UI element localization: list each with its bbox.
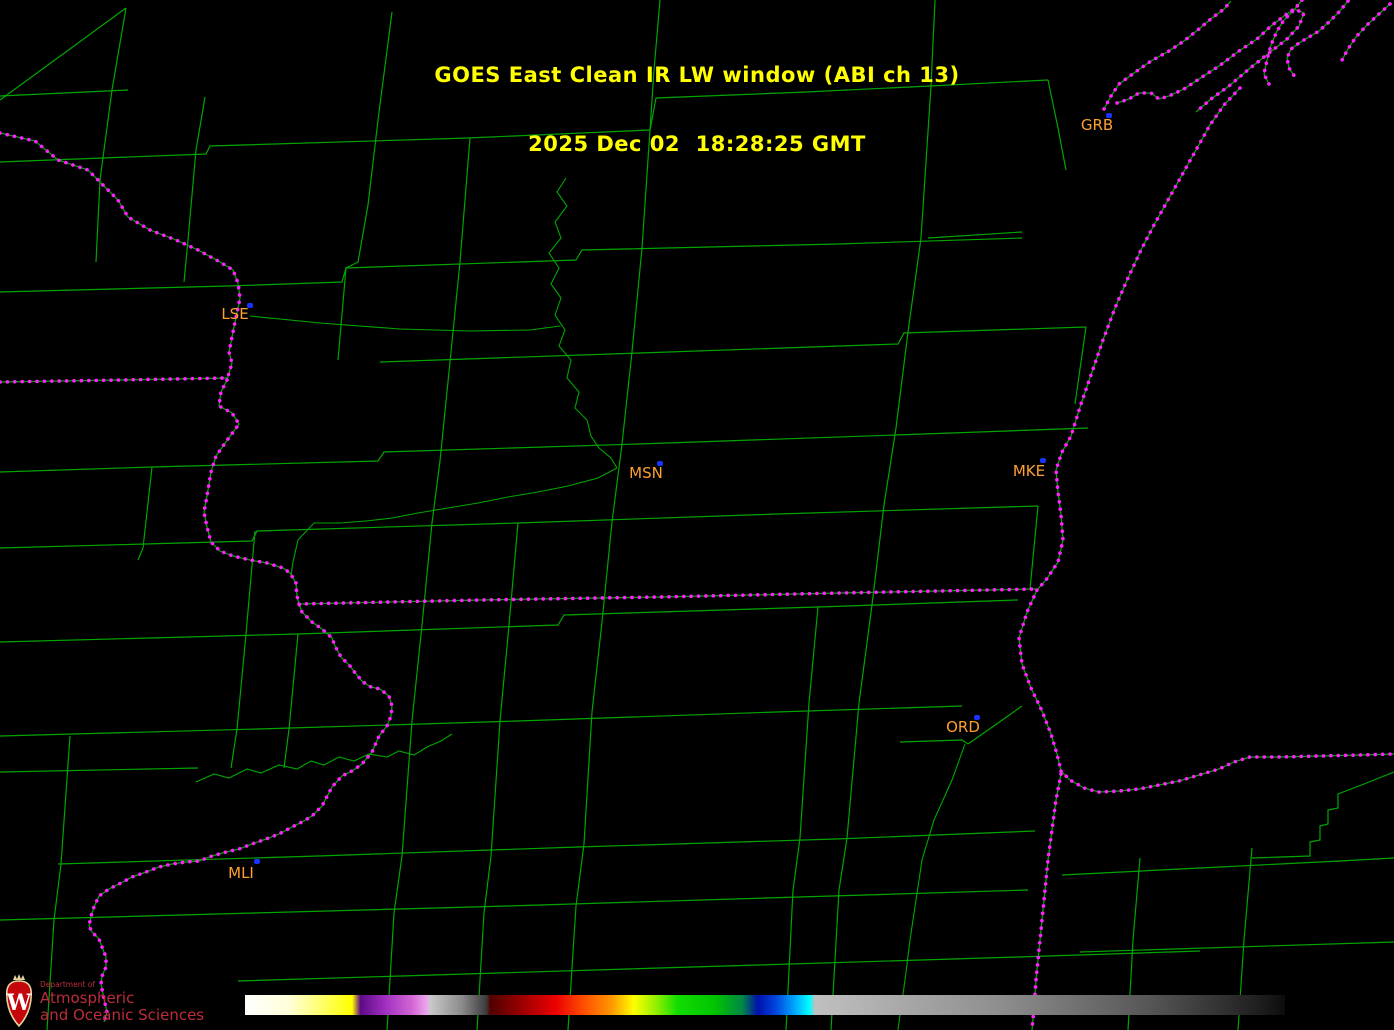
station-label: LSE xyxy=(221,305,249,323)
county-boundary-line xyxy=(785,606,819,1030)
uw-aos-logo: W Department of Atmospheric and Oceanic … xyxy=(4,974,204,1030)
station-label: MKE xyxy=(1012,462,1046,480)
station-dot xyxy=(254,859,260,864)
river-line xyxy=(290,467,618,577)
logo-department-label: Department of xyxy=(40,980,95,989)
station-label: MLI xyxy=(228,864,254,882)
crest-letter: W xyxy=(6,990,32,1016)
station-label: ORD xyxy=(946,718,980,736)
state-border-dotted xyxy=(87,378,394,1024)
county-boundary-line xyxy=(0,705,963,737)
county-boundary-line xyxy=(237,950,1201,982)
uw-crest-icon: W xyxy=(6,974,33,1028)
county-boundary-line xyxy=(1251,771,1394,859)
state-border-underlay xyxy=(88,379,393,1023)
river-line xyxy=(249,315,561,332)
logo-line-2: and Oceanic Sciences xyxy=(40,1006,205,1024)
station-label: GRB xyxy=(1080,116,1114,134)
county-boundary-line xyxy=(0,427,1089,473)
title-line-2: 2025 Dec 02 18:28:25 GMT xyxy=(528,132,866,156)
county-boundary-line xyxy=(1079,941,1394,953)
state-border-underlay xyxy=(1031,773,1062,1030)
county-boundary-line xyxy=(0,505,1039,549)
temperature-colorbar xyxy=(245,995,1285,1015)
county-boundary-line xyxy=(283,633,299,769)
county-boundary-line xyxy=(0,237,1023,293)
county-boundary-line xyxy=(1061,857,1394,876)
image-title: GOES East Clean IR LW window (ABI ch 13)… xyxy=(0,18,1394,202)
county-boundary-line xyxy=(379,326,1087,363)
state-border-underlay xyxy=(1060,753,1394,793)
county-boundary-line xyxy=(137,466,153,561)
satellite-image-display: GOES East Clean IR LW window (ABI ch 13)… xyxy=(0,0,1394,1030)
title-line-1: GOES East Clean IR LW window (ABI ch 13) xyxy=(434,63,960,87)
county-boundary-line xyxy=(899,739,969,745)
county-boundary-line xyxy=(0,767,199,773)
logo-text: Department of Atmospheric and Oceanic Sc… xyxy=(40,974,204,1030)
county-boundary-line xyxy=(230,530,256,769)
state-border-dotted xyxy=(1030,772,1063,1030)
county-boundary-line xyxy=(386,137,471,1030)
county-boundary-line xyxy=(0,889,1029,921)
river-line xyxy=(195,733,453,783)
station-label: MSN xyxy=(629,464,663,482)
county-boundary-line xyxy=(927,231,1023,239)
river-line xyxy=(897,743,966,1030)
logo-line-1: Atmospheric xyxy=(40,989,135,1007)
river-line xyxy=(548,177,618,469)
state-border-dotted xyxy=(1059,752,1394,794)
county-boundary-line xyxy=(1029,505,1039,590)
